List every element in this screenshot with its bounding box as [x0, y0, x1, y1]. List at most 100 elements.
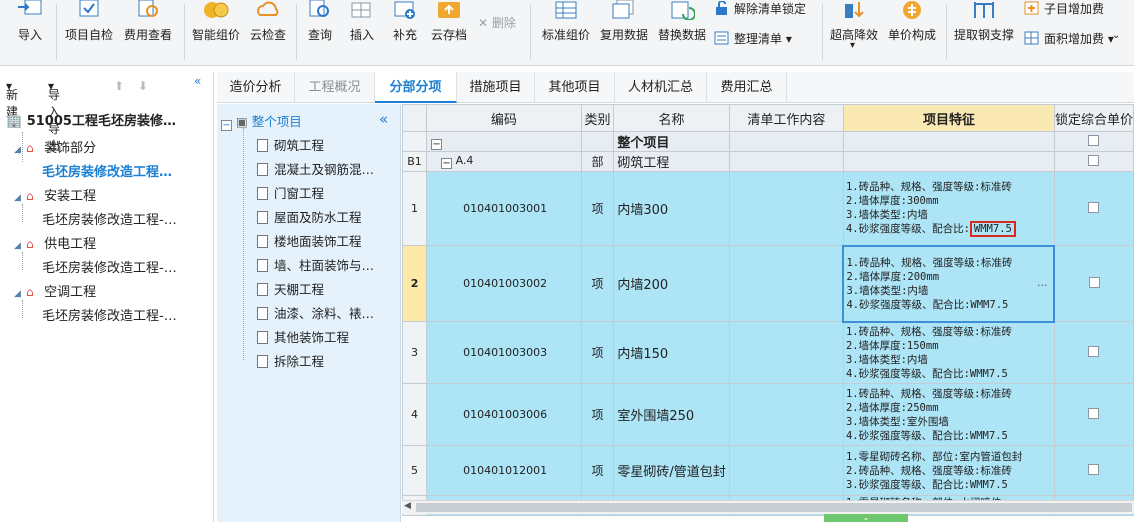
cell-work-content[interactable] — [728, 171, 844, 246]
category-item[interactable]: 天棚工程 — [257, 279, 324, 298]
column-header-features[interactable]: 项目特征 — [842, 104, 1055, 132]
collapse-icon[interactable]: − — [441, 158, 453, 169]
tree-item-installation-project[interactable]: 毛坯房装修改造工程-… — [42, 209, 177, 228]
cell-features-selected[interactable]: 1.砖品种、规格、强度等级:标准砖 2.墙体厚度:200mm 3.墙体类型:内墙… — [842, 244, 1056, 323]
tree-item-power-supply-project[interactable]: 毛坯房装修改造工程-… — [42, 257, 177, 276]
column-header-type[interactable]: 类别 — [580, 104, 615, 132]
cell-name[interactable]: 零星砌砖/管道包封 — [613, 445, 730, 496]
tab-sub-items[interactable]: 分部分项 — [375, 72, 457, 103]
expand-bottom-panel-button[interactable]: ⌄ — [824, 514, 908, 522]
fee-view-button[interactable]: 费用查看 — [120, 0, 176, 62]
cell-code[interactable]: 010401012001 — [426, 445, 582, 496]
category-item[interactable]: 屋面及防水工程 — [257, 207, 362, 226]
cell-features[interactable]: 1.砖品种、规格、强度等级:标准砖 2.墙体厚度:150mm 3.墙体类型:内墙… — [842, 321, 1055, 384]
new-menu[interactable]: 新建 ▾ — [6, 79, 18, 119]
lock-price-checkbox[interactable] — [1088, 276, 1100, 288]
area-fee-button[interactable]: 面积增加费 ▾ — [1024, 30, 1114, 48]
import-button[interactable]: 导入 — [8, 0, 52, 62]
category-item[interactable]: 拆除工程 — [257, 351, 324, 370]
category-item[interactable]: 楼地面装饰工程 — [257, 231, 362, 250]
tree-group-air-conditioning[interactable]: ◢ ⌂ 空调工程 — [14, 281, 96, 300]
collapse-panel-icon[interactable]: « — [379, 110, 388, 128]
collapse-panel-icon[interactable]: « — [194, 74, 201, 88]
unlock-list-button[interactable]: 解除清单锁定 — [714, 0, 806, 18]
cell-name[interactable]: 室外围墙250 — [613, 383, 730, 446]
column-header-code[interactable]: 编码 — [426, 104, 582, 132]
move-up-icon[interactable]: ⬆ — [114, 79, 124, 93]
tree-group-decoration[interactable]: ◢ ⌂ 装饰部分 — [14, 137, 96, 156]
table-row[interactable]: 1 010401003001 项 内墙300 1.砖品种、规格、强度等级:标准砖… — [402, 171, 1134, 246]
tree-group-power-supply[interactable]: ◢ ⌂ 供电工程 — [14, 233, 96, 252]
cell-work-content[interactable] — [728, 321, 844, 384]
collapse-icon[interactable]: − — [221, 120, 232, 131]
cell-name[interactable]: 内墙300 — [613, 171, 730, 246]
lock-price-checkbox[interactable] — [1088, 134, 1100, 146]
category-item[interactable]: 其他装饰工程 — [257, 327, 349, 346]
project-check-button[interactable]: 项目自检 — [62, 0, 116, 62]
cell-code[interactable]: 010401003002 — [426, 245, 582, 322]
scroll-left-icon[interactable]: ◀ — [404, 501, 411, 511]
tab-labor-material-summary[interactable]: 人材机汇总 — [615, 72, 707, 103]
tab-other-items[interactable]: 其他项目 — [535, 72, 615, 103]
smart-price-button[interactable]: 智能组价 — [188, 0, 244, 62]
tree-item-decoration-project[interactable]: 毛坯房装修改造工程… — [42, 161, 172, 180]
category-item[interactable]: 油漆、涂料、裱… — [257, 303, 374, 322]
supplement-button[interactable]: 补充 — [386, 0, 424, 62]
cell-type[interactable]: 项 — [580, 171, 615, 246]
chevron-down-icon[interactable]: ⌄ — [1112, 30, 1120, 41]
scrollbar-thumb[interactable] — [416, 503, 1132, 512]
whole-project-row[interactable]: − 整个项目 — [402, 131, 1134, 152]
table-row[interactable]: 3 010401003003 项 内墙150 1.砖品种、规格、强度等级:标准砖… — [402, 321, 1134, 384]
category-item[interactable]: 墙、柱面装饰与… — [257, 255, 374, 274]
cell-work-content[interactable] — [728, 383, 844, 446]
cell-code[interactable]: 010401003001 — [426, 171, 582, 246]
organize-list-button[interactable]: 整理清单 ▾ — [714, 30, 792, 48]
standard-price-button[interactable]: 标准组价 — [540, 0, 592, 62]
category-item[interactable]: 门窗工程 — [257, 183, 324, 202]
cell-type[interactable]: 项 — [580, 245, 615, 322]
lock-price-checkbox[interactable] — [1088, 407, 1100, 419]
height-reduction-button[interactable]: 超高降效 ▾ — [826, 0, 882, 62]
tab-measure-items[interactable]: 措施项目 — [457, 72, 535, 103]
column-header-lock-price[interactable]: 锁定综合单价 — [1053, 104, 1134, 132]
cell-type[interactable]: 项 — [580, 383, 615, 446]
cloud-check-button[interactable]: 云检查 — [246, 0, 290, 62]
section-row[interactable]: B1 − A.4 部 砌筑工程 — [402, 151, 1134, 172]
query-button[interactable]: 查询 — [300, 0, 340, 62]
tab-cost-analysis[interactable]: 造价分析 — [217, 72, 295, 103]
move-down-icon[interactable]: ⬇ — [138, 79, 148, 93]
collapse-icon[interactable]: − — [431, 138, 443, 150]
cell-features[interactable]: 1.零星砌砖名称、部位:室内管道包封 2.砖品种、规格、强度等级:标准砖 3.砂… — [842, 445, 1055, 496]
tree-group-installation[interactable]: ◢ ⌂ 安装工程 — [14, 185, 96, 204]
lock-price-checkbox[interactable] — [1088, 201, 1100, 213]
horizontal-scrollbar[interactable]: ◀ — [402, 500, 1134, 514]
delete-button[interactable]: ✕ 删除 — [478, 14, 516, 31]
cell-work-content[interactable] — [728, 445, 844, 496]
import-export-menu[interactable]: 导入导出 ▾ — [48, 79, 60, 153]
cell-name[interactable]: 内墙200 — [613, 245, 730, 322]
cell-code[interactable]: 010401003003 — [426, 321, 582, 384]
cloud-archive-button[interactable]: 云存档 — [426, 0, 472, 62]
tab-fee-summary[interactable]: 费用汇总 — [707, 72, 787, 103]
tree-item-air-conditioning-project[interactable]: 毛坯房装修改造工程-… — [42, 305, 177, 324]
replace-data-button[interactable]: 替换数据 — [656, 0, 708, 62]
extract-steel-support-button[interactable]: 提取钢支撑 — [950, 0, 1018, 62]
cell-code[interactable]: 010401003006 — [426, 383, 582, 446]
table-row[interactable]: 2 010401003002 项 内墙200 1.砖品种、规格、强度等级:标准砖… — [402, 244, 1134, 323]
lock-price-checkbox[interactable] — [1088, 463, 1100, 475]
category-root[interactable]: − ▣ 整个项目 — [221, 111, 302, 131]
unit-composition-button[interactable]: 单价构成 — [884, 0, 940, 62]
cell-type[interactable]: 项 — [580, 321, 615, 384]
column-header-work-content[interactable]: 清单工作内容 — [728, 104, 844, 132]
lock-price-checkbox[interactable] — [1088, 154, 1100, 166]
table-row[interactable]: 4 010401003006 项 室外围墙250 1.砖品种、规格、强度等级:标… — [402, 383, 1134, 446]
category-item[interactable]: 混凝土及钢筋混… — [257, 159, 374, 178]
reuse-data-button[interactable]: 复用数据 — [598, 0, 650, 62]
category-item[interactable]: 砌筑工程 — [257, 135, 324, 154]
insert-button[interactable]: 插入 — [344, 0, 380, 62]
cell-type[interactable]: 项 — [580, 445, 615, 496]
cell-work-content[interactable] — [728, 245, 844, 322]
column-header-name[interactable]: 名称 — [613, 104, 730, 132]
cell-name[interactable]: 内墙150 — [613, 321, 730, 384]
cell-features[interactable]: 1.砖品种、规格、强度等级:标准砖 2.墙体厚度:300mm 3.墙体类型:内墙… — [842, 171, 1055, 246]
